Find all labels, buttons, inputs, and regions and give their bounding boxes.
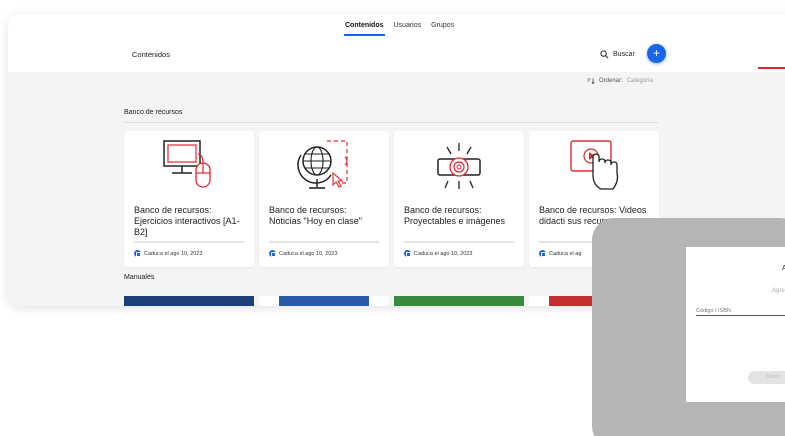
tab-contenidos[interactable]: Contenidos <box>344 22 385 36</box>
resource-card[interactable]: Banco de recursos: Proyectables e imágen… <box>394 131 524 267</box>
projector-icon <box>394 131 524 201</box>
section-title-manuals: Manuales <box>124 274 155 281</box>
card-expiry: Caduca el ag <box>539 250 581 257</box>
search-icon <box>600 50 609 59</box>
sort-icon <box>587 78 595 84</box>
card-progress <box>269 241 379 243</box>
video-touch-icon <box>529 131 659 201</box>
sort-control[interactable]: Ordenar: Categoría <box>587 78 653 84</box>
calendar-icon <box>134 250 141 257</box>
card-title: Banco de recursos: Ejercicios interactiv… <box>134 205 240 237</box>
resource-card[interactable]: Banco de recursos: Ejercicios interactiv… <box>124 131 254 267</box>
dialog-subtitle: Agre <box>772 288 785 294</box>
card-progress <box>404 241 514 243</box>
search-button[interactable]: Buscar <box>600 50 635 59</box>
card-title: Banco de recursos: Noticias "Hoy en clas… <box>269 205 362 226</box>
manual-covers <box>124 296 659 306</box>
calendar-icon <box>404 250 411 257</box>
add-content-dialog: A Agre Conti <box>686 247 785 402</box>
manual-cover[interactable] <box>124 296 254 306</box>
sort-label: Ordenar: <box>599 78 623 84</box>
expiry-text: Caduca el ago 10, 2023 <box>279 250 338 257</box>
tab-usuarios[interactable]: Usuarios <box>393 22 423 36</box>
top-tabs: Contenidos Usuarios Grupos <box>344 22 455 36</box>
card-title: Banco de recursos: Proyectables e imágen… <box>404 205 506 226</box>
section-divider <box>124 122 658 123</box>
page-title: Contenidos <box>132 50 170 59</box>
computer-mouse-icon <box>124 131 254 201</box>
calendar-icon <box>269 250 276 257</box>
expiry-text: Caduca el ag <box>549 250 582 257</box>
card-expiry: Caduca el ago 10, 2023 <box>134 250 202 257</box>
calendar-icon <box>539 250 546 257</box>
globe-cursor-icon <box>259 131 389 201</box>
card-expiry: Caduca el ago 10, 2023 <box>404 250 472 257</box>
resource-card[interactable]: Banco de recursos: Noticias "Hoy en clas… <box>259 131 389 267</box>
brand-accent-line <box>758 67 785 69</box>
expiry-text: Caduca el ago 10, 2023 <box>414 250 473 257</box>
section-title-resources: Banco de recursos <box>124 109 183 116</box>
card-expiry: Caduca el ago 10, 2023 <box>269 250 337 257</box>
sort-value: Categoría <box>626 78 654 84</box>
continue-button[interactable]: Conti <box>748 371 785 384</box>
code-isbn-input[interactable] <box>696 307 785 316</box>
top-bar: Contenidos Usuarios Grupos Contenidos Bu… <box>8 14 785 72</box>
search-label: Buscar <box>613 51 635 58</box>
manual-cover[interactable] <box>259 296 389 306</box>
add-content-button[interactable]: + <box>647 44 666 63</box>
card-progress <box>134 241 244 243</box>
manual-cover[interactable] <box>394 296 524 306</box>
tab-grupos[interactable]: Grupos <box>430 22 455 36</box>
resource-cards: Banco de recursos: Ejercicios interactiv… <box>124 131 659 267</box>
expiry-text: Caduca el ago 10, 2023 <box>144 250 203 257</box>
